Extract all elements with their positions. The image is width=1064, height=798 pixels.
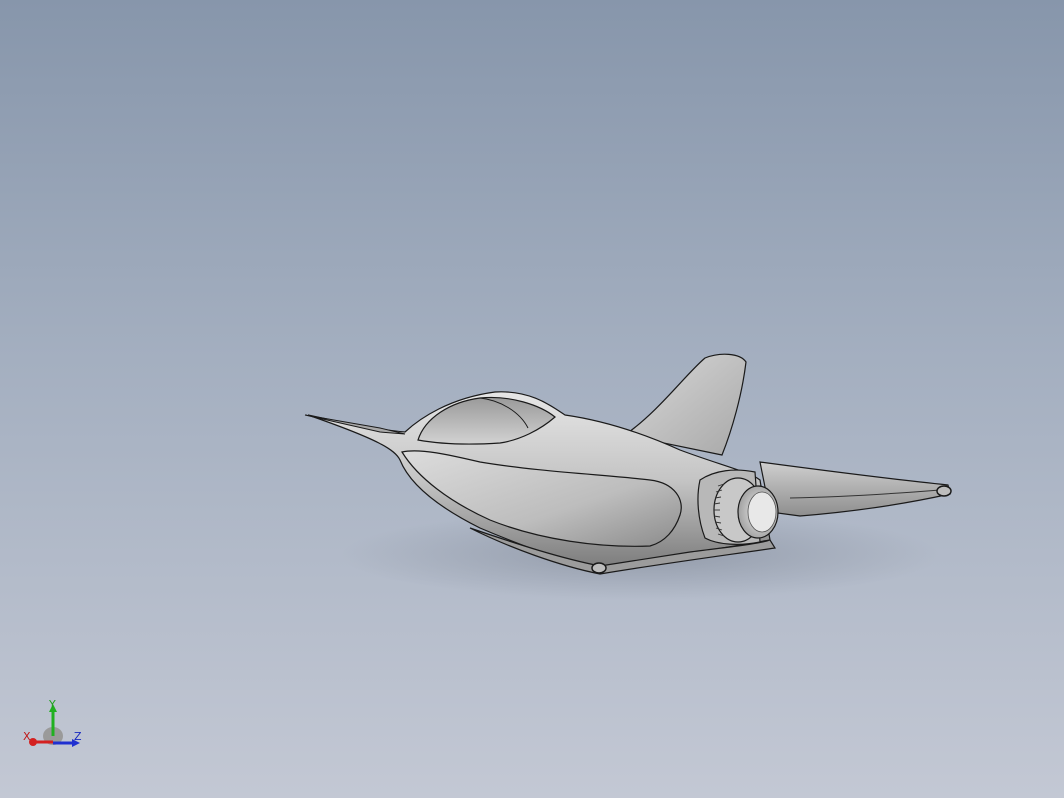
graphics-viewport[interactable]: Y X Z [0, 0, 1064, 798]
triad-x-label: X [23, 730, 31, 743]
aircraft-model[interactable] [0, 0, 1064, 798]
engine-exhaust-inner [747, 491, 777, 533]
triad-z-label: Z [74, 730, 82, 743]
right-wing[interactable] [759, 461, 951, 517]
left-wing-tip [591, 562, 607, 574]
triad-y-label: Y [48, 698, 56, 711]
right-wing-tip [936, 485, 952, 497]
orientation-triad[interactable]: Y X Z [18, 698, 88, 758]
